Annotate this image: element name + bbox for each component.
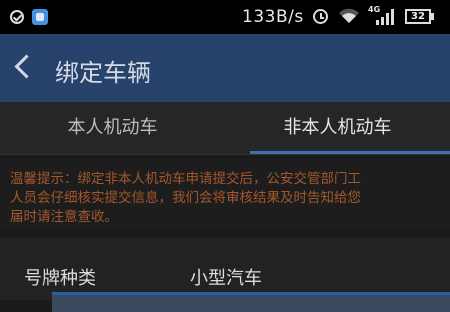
chevron-left-icon[interactable] [14,54,39,79]
page-title: 绑定车辆 [55,59,151,87]
app-icon [32,9,48,25]
battery-icon: 32 [405,9,431,24]
tab-bar: 本人机动车 非本人机动车 [0,102,450,154]
notice-text: 温馨提示：绑定非本人机动车申请提交后，公安交管部门工 人员会仔细核实提交信息，我… [10,171,361,225]
signal-icon [376,9,394,25]
status-left-icons [10,9,48,25]
check-circle-icon [10,10,24,24]
tab-other-vehicle[interactable]: 非本人机动车 [225,102,450,154]
alarm-icon [313,9,328,24]
tabs-divider [0,154,450,155]
status-bar: 133B/s 4G 32 [0,0,450,34]
notice-box: 温馨提示：绑定非本人机动车申请提交后，公安交管部门工 人员会仔细核实提交信息，我… [0,158,450,230]
network-speed: 133B/s [242,7,304,27]
plate-type-label: 号牌种类 [24,268,96,289]
battery-tip [431,13,434,20]
wifi-icon [339,8,359,23]
plate-type-value[interactable]: 小型汽车 [190,264,262,290]
tab-own-vehicle[interactable]: 本人机动车 [0,102,225,154]
popup-sheet[interactable] [52,292,450,312]
plate-type-row[interactable]: 号牌种类 小型汽车 [0,238,450,300]
app-header: 绑定车辆 [0,34,450,102]
